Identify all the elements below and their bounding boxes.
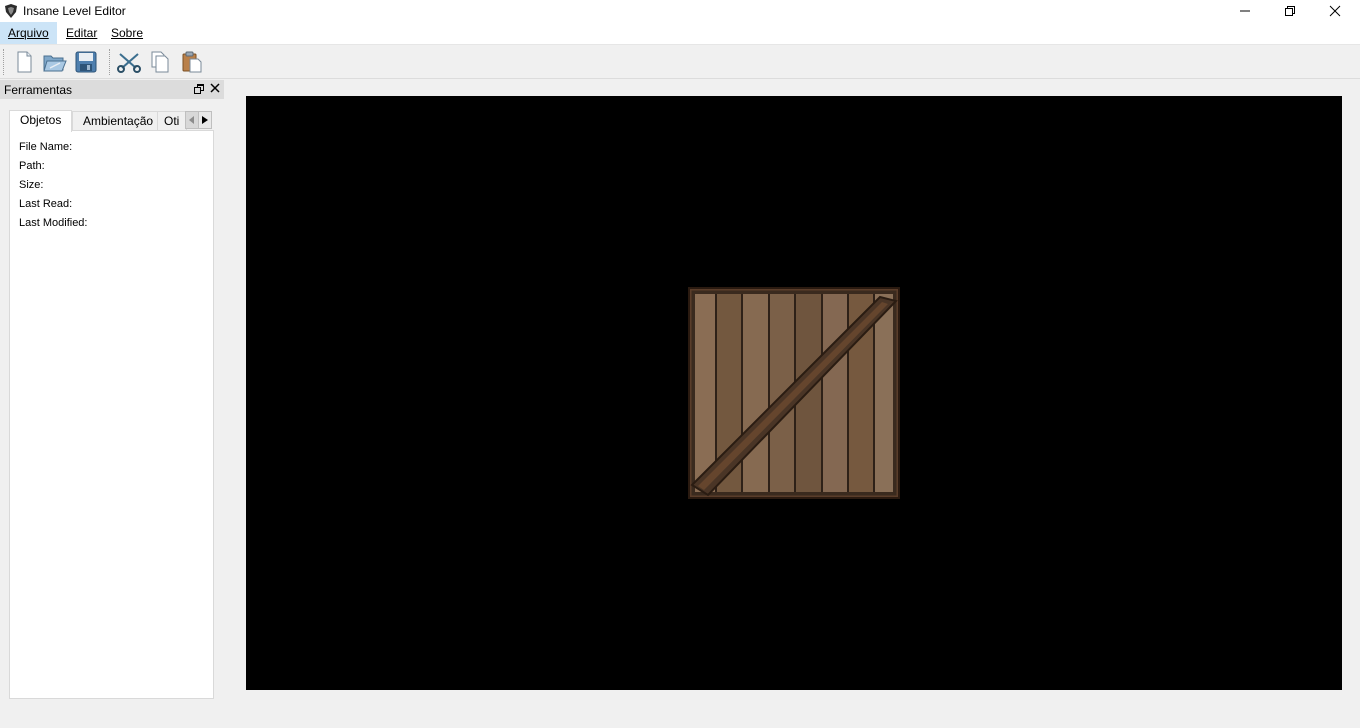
file-name-label: File Name:	[19, 141, 73, 153]
tools-panel-header[interactable]: Ferramentas	[0, 80, 224, 99]
paste-button[interactable]	[178, 48, 206, 76]
minimize-button[interactable]	[1222, 0, 1268, 22]
tools-tab-bar: Objetos Ambientação Oti	[9, 110, 214, 132]
save-button[interactable]	[72, 48, 100, 76]
restore-icon	[1285, 6, 1295, 16]
cut-button[interactable]	[115, 48, 143, 76]
tab-scroll-right-button[interactable]	[198, 111, 212, 129]
menu-editar[interactable]: Editar	[58, 22, 105, 44]
new-file-icon	[17, 51, 32, 73]
title-bar[interactable]: Insane Level Editor	[0, 0, 1360, 22]
toolbar	[0, 45, 1360, 79]
minimize-icon	[1240, 10, 1250, 12]
open-folder-icon	[43, 55, 67, 72]
copy-icon	[151, 51, 169, 73]
open-button[interactable]	[41, 48, 69, 76]
restore-button[interactable]	[1267, 0, 1313, 22]
app-logo-icon	[5, 4, 17, 18]
tools-panel-title: Ferramentas	[4, 83, 73, 97]
size-label: Size:	[19, 179, 44, 191]
menu-arquivo[interactable]: Arquivo	[0, 22, 57, 44]
level-viewport[interactable]	[246, 96, 1342, 690]
close-icon	[1329, 5, 1341, 17]
new-file-button[interactable]	[10, 48, 38, 76]
float-panel-icon[interactable]	[193, 83, 205, 95]
close-panel-icon[interactable]	[209, 82, 221, 94]
last-read-label: Last Read:	[19, 198, 73, 210]
path-label: Path:	[19, 160, 45, 172]
menu-bar: Arquivo Editar Sobre	[0, 22, 1360, 45]
objetos-tab-page: File Name: Path: Size: Last Read: Last M…	[9, 130, 214, 699]
toolbar-grip[interactable]	[3, 49, 6, 75]
toolbar-separator	[109, 49, 111, 75]
tab-scroll-left-button[interactable]	[185, 111, 199, 129]
chevron-right-icon	[202, 116, 208, 124]
tab-objetos[interactable]: Objetos	[9, 110, 73, 132]
cut-icon	[117, 53, 141, 73]
tab-otimizacao[interactable]: Oti	[157, 111, 187, 131]
copy-button[interactable]	[146, 48, 174, 76]
wooden-crate[interactable]	[688, 287, 900, 499]
menu-sobre[interactable]: Sobre	[103, 22, 151, 44]
chevron-left-icon	[189, 116, 194, 124]
window-title: Insane Level Editor	[23, 4, 126, 18]
close-button[interactable]	[1312, 0, 1358, 22]
last-modified-label: Last Modified:	[19, 217, 88, 229]
tab-ambientacao[interactable]: Ambientação	[72, 111, 165, 131]
paste-icon	[182, 51, 202, 73]
save-icon	[75, 51, 97, 73]
